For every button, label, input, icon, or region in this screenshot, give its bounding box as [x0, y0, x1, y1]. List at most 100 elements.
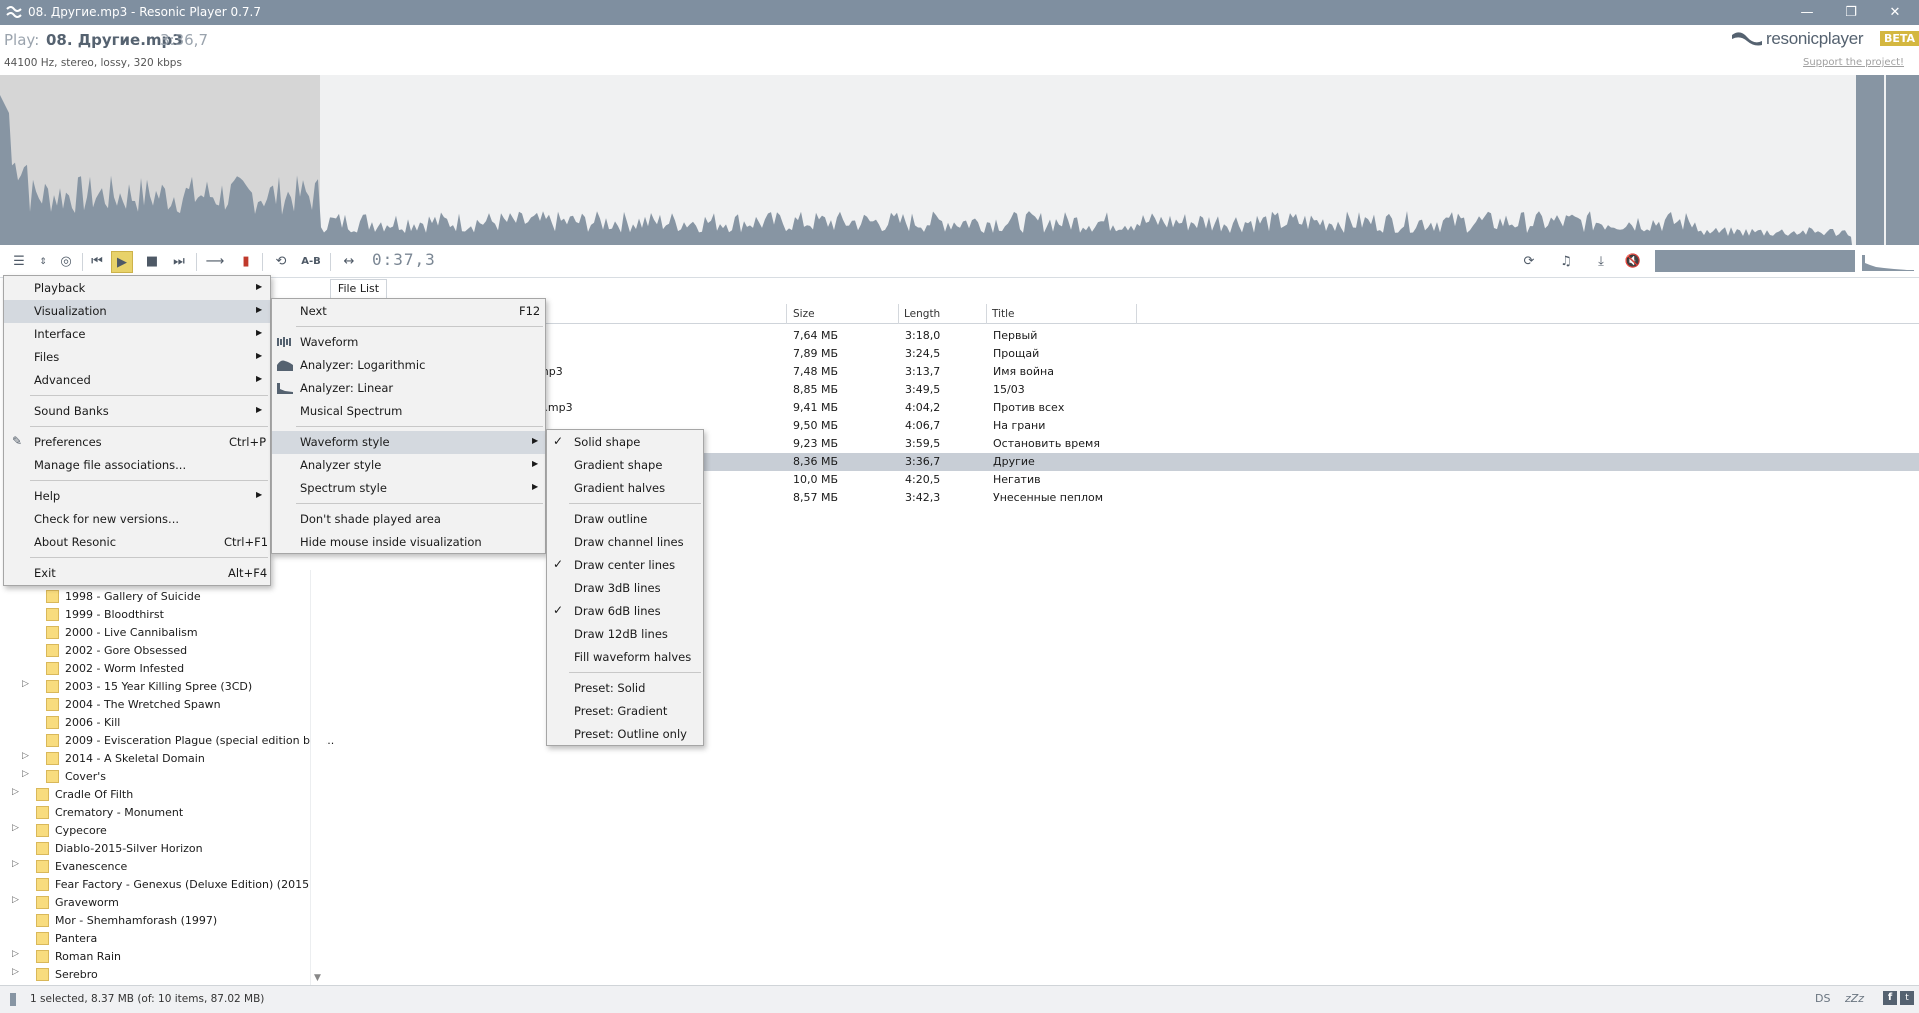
twitter-icon[interactable]: t — [1900, 991, 1914, 1005]
facebook-icon[interactable]: f — [1883, 991, 1897, 1005]
menu-item-draw-3db-lines[interactable]: Draw 3dB lines — [547, 577, 703, 600]
restore-button[interactable]: ❐ — [1829, 0, 1873, 25]
column-header-length[interactable]: Length — [904, 308, 940, 320]
folder-tree-item[interactable]: ▷ Cypecore — [0, 822, 310, 840]
record-marker-icon[interactable]: ▮ — [235, 251, 257, 273]
folder-tree-item[interactable]: ▷ Roman Rain — [0, 948, 310, 966]
folder-tree-item[interactable]: 2004 - The Wretched Spawn — [0, 696, 310, 714]
menu-item-gradient-halves[interactable]: Gradient halves — [547, 477, 703, 500]
continuous-play-icon[interactable]: ⟶ — [204, 251, 226, 273]
menu-item-visualization[interactable]: Visualization ▶ — [4, 300, 270, 323]
close-button[interactable]: ✕ — [1873, 0, 1917, 25]
menu-item-interface[interactable]: Interface ▶ — [4, 323, 270, 346]
folder-tree-item[interactable]: ▷ 2003 - 15 Year Killing Spree (3CD) — [0, 678, 310, 696]
folder-tree-item[interactable]: 1998 - Gallery of Suicide — [0, 588, 310, 606]
table-row[interactable]: k.mp3 9,41 МБ 4:04,2 Против всех — [320, 399, 1919, 417]
stop-icon[interactable]: ■ — [141, 251, 163, 273]
expand-arrow-icon[interactable]: ▷ — [12, 895, 20, 905]
table-row[interactable]: 7,64 МБ 3:18,0 Первый — [320, 327, 1919, 345]
download-icon[interactable]: ⤓ — [1590, 251, 1612, 273]
menu-item-preferences[interactable]: ✎ Preferences Ctrl+P — [4, 431, 270, 454]
menu-item-check-versions[interactable]: Check for new versions... — [4, 508, 270, 531]
support-link[interactable]: Support the project! — [1803, 57, 1904, 68]
ab-loop-button[interactable]: A-B — [300, 251, 322, 273]
target-icon[interactable]: ◎ — [55, 251, 77, 273]
tab-file-list[interactable]: File List — [330, 279, 387, 298]
folder-tree-item[interactable]: 2009 - Evisceration Plague (special edit… — [0, 732, 334, 750]
table-row[interactable]: mp3 7,48 МБ 3:13,7 Имя война — [320, 363, 1919, 381]
expand-arrow-icon[interactable]: ▷ — [22, 679, 30, 689]
menu-item-draw-12db-lines[interactable]: Draw 12dB lines — [547, 623, 703, 646]
menu-item-manage-associations[interactable]: Manage file associations... — [4, 454, 270, 477]
folder-tree-item[interactable]: ▷ 2014 - A Skeletal Domain — [0, 750, 310, 768]
folder-tree-item[interactable]: 2006 - Kill — [0, 714, 310, 732]
folder-tree-item[interactable]: ▷ Cradle Of Filth — [0, 786, 310, 804]
folder-tree-item[interactable]: 2002 - Worm Infested — [0, 660, 310, 678]
menu-item-sound-banks[interactable]: Sound Banks ▶ — [4, 400, 270, 423]
expand-arrow-icon[interactable]: ▷ — [22, 769, 30, 779]
repeat-icon[interactable]: ⟲ — [270, 251, 292, 273]
column-header-size[interactable]: Size — [793, 308, 815, 320]
seek-icon[interactable]: ↔ — [338, 251, 360, 273]
folder-tree-item[interactable]: 1999 - Bloodthirst — [0, 606, 310, 624]
menu-item-preset-gradient[interactable]: Preset: Gradient — [547, 700, 703, 723]
mute-icon[interactable]: 🔇 — [1622, 251, 1644, 273]
next-track-icon[interactable]: ⏭ — [168, 251, 190, 273]
menu-item-draw-channel-lines[interactable]: Draw channel lines — [547, 531, 703, 554]
expand-arrow-icon[interactable]: ▷ — [12, 949, 20, 959]
menu-item-advanced[interactable]: Advanced ▶ — [4, 369, 270, 392]
folder-tree-item[interactable]: Mor - Shemhamforash (1997) — [0, 912, 310, 930]
headphones-icon[interactable]: ♫ — [1555, 251, 1577, 273]
sort-updown-icon[interactable]: ⇕ — [32, 251, 54, 273]
menu-item-spectrum-style[interactable]: Spectrum style ▶ — [272, 477, 545, 500]
menu-item-waveform[interactable]: Waveform — [272, 331, 545, 354]
expand-arrow-icon[interactable]: ▷ — [12, 859, 20, 869]
menu-item-analyzer-linear[interactable]: Analyzer: Linear — [272, 377, 545, 400]
menu-item-fill-waveform-halves[interactable]: Fill waveform halves — [547, 646, 703, 669]
expand-arrow-icon[interactable]: ▷ — [12, 823, 20, 833]
column-header-title[interactable]: Title — [992, 308, 1015, 320]
menu-item-analyzer-logarithmic[interactable]: Analyzer: Logarithmic — [272, 354, 545, 377]
menu-item-gradient-shape[interactable]: Gradient shape — [547, 454, 703, 477]
menu-item-draw-outline[interactable]: Draw outline — [547, 508, 703, 531]
minimize-button[interactable]: — — [1785, 0, 1829, 25]
menu-item-preset-solid[interactable]: Preset: Solid — [547, 677, 703, 700]
menu-item-files[interactable]: Files ▶ — [4, 346, 270, 369]
folder-tree-item[interactable]: ▷ Graveworm — [0, 894, 310, 912]
menu-item-preset-outline-only[interactable]: Preset: Outline only — [547, 723, 703, 746]
table-row[interactable]: 7,89 МБ 3:24,5 Прощай — [320, 345, 1919, 363]
ds-indicator[interactable]: DS — [1815, 992, 1830, 1005]
refresh-icon[interactable]: ⟳ — [1518, 251, 1540, 273]
folder-tree-item[interactable]: ▷ Evanescence — [0, 858, 310, 876]
menu-item-exit[interactable]: Exit Alt+F4 — [4, 562, 270, 585]
play-icon[interactable]: ▶ — [111, 251, 133, 273]
menu-item-musical-spectrum[interactable]: Musical Spectrum — [272, 400, 545, 423]
folder-tree-item[interactable]: Diablo-2015-Silver Horizon — [0, 840, 310, 858]
menu-item-solid-shape[interactable]: ✓ Solid shape — [547, 431, 703, 454]
folder-tree-item[interactable]: Fear Factory - Genexus (Deluxe Edition) … — [0, 876, 313, 894]
folder-tree-item[interactable]: ▷ Serebro — [0, 966, 310, 984]
sleep-icon[interactable]: zZz — [1845, 992, 1864, 1005]
menu-item-hide-mouse[interactable]: Hide mouse inside visualization — [272, 531, 545, 554]
folder-tree-item[interactable]: ▷ Cover's — [0, 768, 310, 786]
volume-slider[interactable] — [1655, 250, 1855, 272]
main-menu-icon[interactable]: ☰ — [8, 251, 30, 273]
menu-item-next-visualization[interactable]: Next F12 — [272, 300, 545, 323]
scroll-down-icon[interactable]: ▼ — [314, 973, 321, 983]
waveform-view[interactable] — [0, 75, 1919, 245]
menu-item-analyzer-style[interactable]: Analyzer style ▶ — [272, 454, 545, 477]
expand-arrow-icon[interactable]: ▷ — [22, 751, 30, 761]
menu-item-dont-shade-played[interactable]: Don't shade played area — [272, 508, 545, 531]
table-row[interactable]: 8,85 МБ 3:49,5 15/03 — [320, 381, 1919, 399]
folder-tree-item[interactable]: Crematory - Monument — [0, 804, 310, 822]
menu-item-draw-6db-lines[interactable]: ✓ Draw 6dB lines — [547, 600, 703, 623]
folder-tree-item[interactable]: 2002 - Gore Obsessed — [0, 642, 310, 660]
previous-track-icon[interactable]: ⏮ — [86, 251, 108, 273]
expand-arrow-icon[interactable]: ▷ — [12, 787, 20, 797]
menu-item-draw-center-lines[interactable]: ✓ Draw center lines — [547, 554, 703, 577]
menu-item-playback[interactable]: Playback ▶ — [4, 277, 270, 300]
menu-item-help[interactable]: Help ▶ — [4, 485, 270, 508]
expand-arrow-icon[interactable]: ▷ — [12, 967, 20, 977]
menu-item-waveform-style[interactable]: Waveform style ▶ — [272, 431, 545, 454]
folder-tree-scrollbar[interactable]: ▼ — [310, 570, 326, 985]
